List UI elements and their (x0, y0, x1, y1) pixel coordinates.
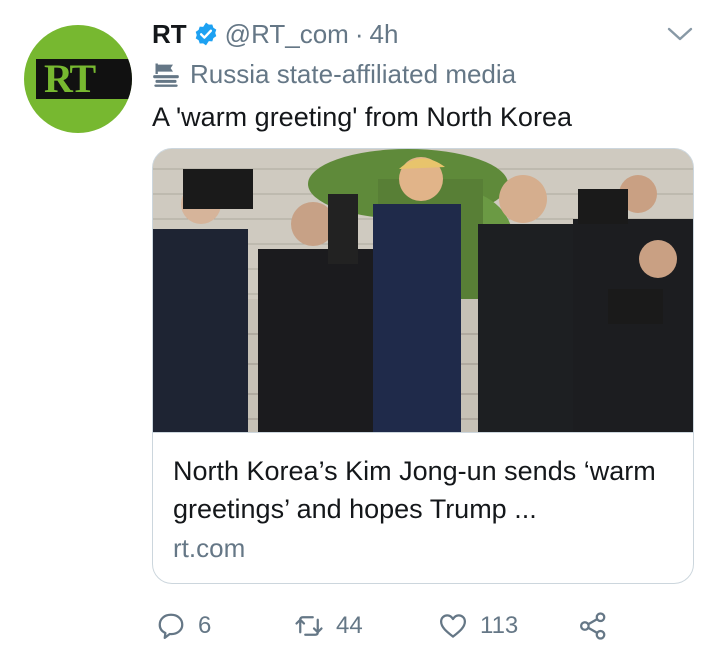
user-handle[interactable]: @RT_com (225, 19, 349, 50)
affiliation-label[interactable]: Russia state-affiliated media (152, 55, 516, 93)
card-divider (153, 432, 693, 433)
verified-icon (195, 22, 216, 46)
tweet-header: RT @RT_com · 4h (152, 14, 398, 54)
card-domain[interactable]: rt.com (173, 533, 245, 564)
like-icon (440, 614, 466, 638)
card-title[interactable]: North Korea’s Kim Jong-un sends ‘warm gr… (173, 452, 678, 528)
tweet-text: A 'warm greeting' from North Korea (152, 102, 572, 132)
retweet-button[interactable]: 44 (294, 604, 363, 648)
affiliation-text: Russia state-affiliated media (190, 58, 517, 89)
tweet-actions: 6 44 113 (152, 604, 712, 648)
avatar[interactable]: RT (24, 25, 132, 133)
separator-dot: · (354, 18, 364, 49)
reply-icon (158, 613, 184, 639)
share-icon (580, 612, 606, 640)
retweet-count: 44 (336, 612, 363, 639)
affiliation-flag-icon (153, 63, 179, 87)
chevron-down-icon[interactable] (665, 22, 695, 46)
card-image[interactable] (153, 149, 694, 432)
share-button[interactable] (578, 604, 620, 648)
reply-button[interactable]: 6 (156, 604, 211, 648)
like-count: 113 (480, 612, 519, 639)
like-button[interactable]: 113 (438, 604, 518, 648)
link-card[interactable]: North Korea’s Kim Jong-un sends ‘warm gr… (152, 148, 694, 584)
display-name[interactable]: RT (152, 19, 187, 50)
reply-count: 6 (198, 612, 212, 639)
rt-logo: RT (36, 59, 132, 99)
retweet-icon (295, 616, 323, 636)
timestamp[interactable]: 4h (370, 19, 399, 50)
